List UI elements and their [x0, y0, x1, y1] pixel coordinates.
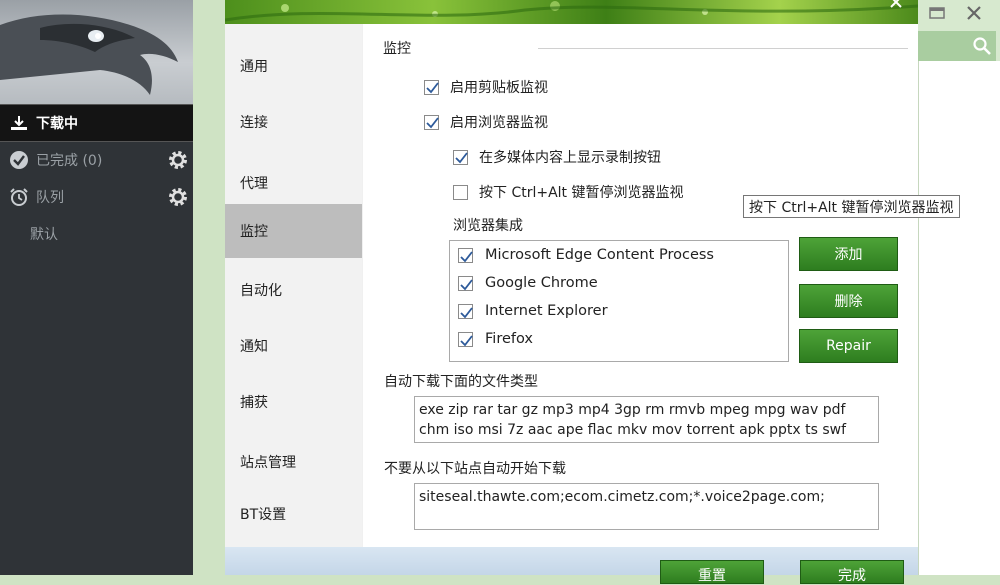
- tab-connection[interactable]: 连接: [225, 95, 362, 149]
- section-title: 监控: [383, 41, 411, 57]
- gear-icon[interactable]: [167, 149, 189, 171]
- tab-proxy[interactable]: 代理: [225, 156, 362, 210]
- check-circle-icon: [8, 149, 30, 171]
- checkbox-box[interactable]: [458, 331, 473, 347]
- checkbox-box[interactable]: [424, 79, 439, 95]
- close-icon[interactable]: [964, 4, 984, 22]
- checkbox-label: 启用剪贴板监视: [450, 80, 548, 96]
- dialog-banner: [224, 0, 919, 24]
- tab-site-manager[interactable]: 站点管理: [225, 435, 362, 489]
- browser-integration-label: 浏览器集成: [453, 218, 523, 234]
- sidebar-item-queue[interactable]: 队列: [0, 179, 193, 215]
- list-item[interactable]: Firefox: [458, 331, 533, 347]
- sidebar-item-default-queue[interactable]: 默认: [0, 216, 193, 252]
- clipboard-monitor-checkbox[interactable]: 启用剪贴板监视: [424, 77, 548, 97]
- settings-panel: 监控 启用剪贴板监视 启用浏览器监视 在多媒体内容上显示录制按钮 按下 Ctrl…: [363, 24, 918, 547]
- sidebar-item-label: 下载中: [36, 116, 78, 132]
- tooltip: 按下 Ctrl+Alt 键暂停浏览器监视: [743, 195, 960, 218]
- sidebar-item-completed[interactable]: 已完成 (0): [0, 142, 193, 178]
- tab-monitoring[interactable]: 监控: [225, 204, 362, 258]
- auto-download-label: 自动下载下面的文件类型: [384, 374, 538, 390]
- gear-icon[interactable]: [167, 186, 189, 208]
- no-auto-sites-input[interactable]: siteseal.thawte.com;ecom.cimetz.com;*.vo…: [414, 483, 879, 530]
- browser-monitor-checkbox[interactable]: 启用浏览器监视: [424, 112, 548, 132]
- browser-label: Internet Explorer: [485, 303, 608, 319]
- browser-label: Google Chrome: [485, 275, 598, 291]
- sidebar-item-label: 已完成 (0): [36, 153, 103, 169]
- tab-bt-settings[interactable]: BT设置: [225, 487, 362, 541]
- dialog-footer: 重置 完成: [225, 547, 918, 584]
- sidebar-item-label: 默认: [30, 227, 58, 243]
- checkbox-box[interactable]: [453, 184, 468, 200]
- alarm-clock-icon: [8, 186, 30, 208]
- tab-general[interactable]: 通用: [225, 39, 362, 93]
- list-item[interactable]: Internet Explorer: [458, 303, 608, 319]
- checkbox-box[interactable]: [424, 114, 439, 130]
- checkbox-box[interactable]: [458, 247, 473, 263]
- list-item[interactable]: Google Chrome: [458, 275, 598, 291]
- checkbox-label: 在多媒体内容上显示录制按钮: [479, 150, 661, 166]
- delete-button[interactable]: 删除: [799, 284, 898, 318]
- sidebar-item-label: 队列: [36, 190, 64, 206]
- checkbox-label: 按下 Ctrl+Alt 键暂停浏览器监视: [479, 185, 684, 201]
- close-icon[interactable]: [888, 0, 904, 10]
- download-list-area: [918, 61, 1000, 575]
- list-item[interactable]: Microsoft Edge Content Process: [458, 247, 714, 263]
- auto-download-types-input[interactable]: exe zip rar tar gz mp3 mp4 3gp rm rmvb m…: [414, 396, 879, 443]
- section-divider: [538, 48, 908, 49]
- tab-capture[interactable]: 捕获: [225, 375, 362, 429]
- repair-button[interactable]: Repair: [799, 329, 898, 363]
- record-button-checkbox[interactable]: 在多媒体内容上显示录制按钮: [453, 147, 661, 167]
- tab-automation[interactable]: 自动化: [225, 263, 362, 317]
- no-auto-sites-label: 不要从以下站点自动开始下载: [384, 461, 566, 477]
- eagle-logo: [0, 0, 193, 104]
- sites-text: siteseal.thawte.com;ecom.cimetz.com;*.vo…: [419, 489, 825, 505]
- maximize-icon[interactable]: [927, 4, 947, 22]
- checkbox-box[interactable]: [458, 303, 473, 319]
- sidebar-item-downloading[interactable]: 下载中: [0, 104, 193, 142]
- ctrl-alt-pause-checkbox[interactable]: 按下 Ctrl+Alt 键暂停浏览器监视: [453, 182, 684, 202]
- done-button[interactable]: 完成: [800, 560, 904, 584]
- checkbox-box[interactable]: [458, 275, 473, 291]
- reset-button[interactable]: 重置: [660, 560, 764, 584]
- add-button[interactable]: 添加: [799, 237, 898, 271]
- checkbox-label: 启用浏览器监视: [450, 115, 548, 131]
- search-icon[interactable]: [972, 36, 992, 56]
- download-tray-icon: [8, 112, 30, 134]
- browser-label: Microsoft Edge Content Process: [485, 247, 714, 263]
- search-box[interactable]: [918, 31, 996, 61]
- browser-integration-list[interactable]: Microsoft Edge Content Process Google Ch…: [449, 240, 789, 362]
- checkbox-box[interactable]: [453, 149, 468, 165]
- tab-notification[interactable]: 通知: [225, 319, 362, 373]
- browser-label: Firefox: [485, 331, 533, 347]
- file-types-line: chm iso msi 7z aac ape flac mkv mov torr…: [419, 422, 846, 438]
- file-types-line: exe zip rar tar gz mp3 mp4 3gp rm rmvb m…: [419, 402, 846, 418]
- settings-dialog: 通用 连接 代理 监控 自动化 通知 捕获 站点管理 BT设置 监控 启用剪贴板…: [224, 0, 919, 584]
- settings-category-list: 通用 连接 代理 监控 自动化 通知 捕获 站点管理 BT设置: [225, 24, 362, 547]
- app-sidebar: 下载中 已完成 (0) 队列 默认: [0, 0, 193, 575]
